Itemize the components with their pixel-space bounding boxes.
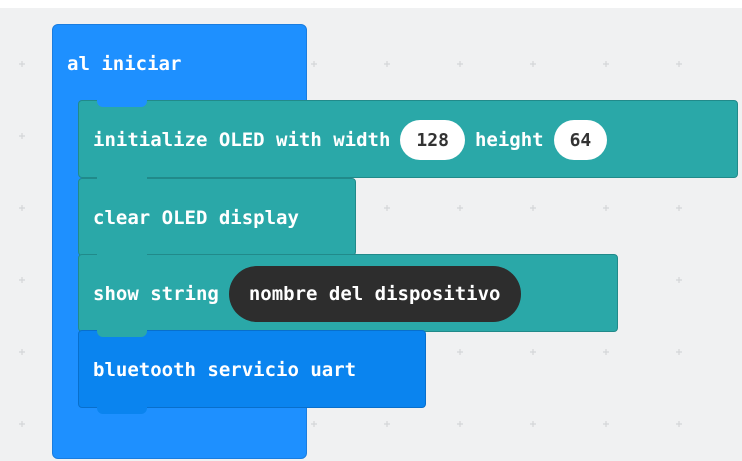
grid-dot [530, 349, 536, 355]
grid-dot [311, 421, 317, 427]
grid-dot [19, 133, 25, 139]
initialize-oled-label: initialize OLED with width [93, 129, 391, 151]
initialize-oled-block[interactable]: initialize OLED with width 128 height 64 [78, 100, 738, 184]
grid-dot [384, 61, 390, 67]
bluetooth-uart-label: bluetooth servicio uart [93, 359, 357, 381]
grid-dot [530, 61, 536, 67]
height-number-input[interactable]: 64 [553, 120, 608, 160]
grid-dot [676, 277, 682, 283]
grid-dot [457, 421, 463, 427]
grid-dot [676, 205, 682, 211]
show-string-label: show string [93, 283, 219, 305]
grid-dot [457, 205, 463, 211]
on-start-label: al iniciar [67, 53, 182, 75]
blocks-workspace[interactable]: al iniciar initialize OLED with width 12… [0, 8, 742, 461]
grid-dot [19, 349, 25, 355]
grid-dot [457, 61, 463, 67]
clear-oled-block[interactable]: clear OLED display [78, 178, 356, 262]
show-string-block[interactable]: show string nombre del dispositivo [78, 254, 618, 338]
grid-dot [384, 205, 390, 211]
grid-dot [311, 61, 317, 67]
bluetooth-uart-block[interactable]: bluetooth servicio uart [78, 330, 426, 414]
grid-dot [19, 61, 25, 67]
grid-dot [603, 61, 609, 67]
grid-dot [676, 61, 682, 67]
grid-dot [530, 205, 536, 211]
grid-dot [603, 349, 609, 355]
clear-oled-label: clear OLED display [93, 207, 299, 229]
grid-dot [19, 277, 25, 283]
grid-dot [530, 421, 536, 427]
grid-dot [676, 421, 682, 427]
grid-dot [603, 421, 609, 427]
grid-dot [384, 421, 390, 427]
height-label: height [474, 129, 544, 151]
grid-dot [457, 349, 463, 355]
width-number-input[interactable]: 128 [400, 120, 465, 160]
grid-dot [676, 349, 682, 355]
grid-dot [603, 205, 609, 211]
grid-dot [19, 421, 25, 427]
string-value-input[interactable]: nombre del dispositivo [228, 266, 521, 322]
grid-dot [19, 205, 25, 211]
